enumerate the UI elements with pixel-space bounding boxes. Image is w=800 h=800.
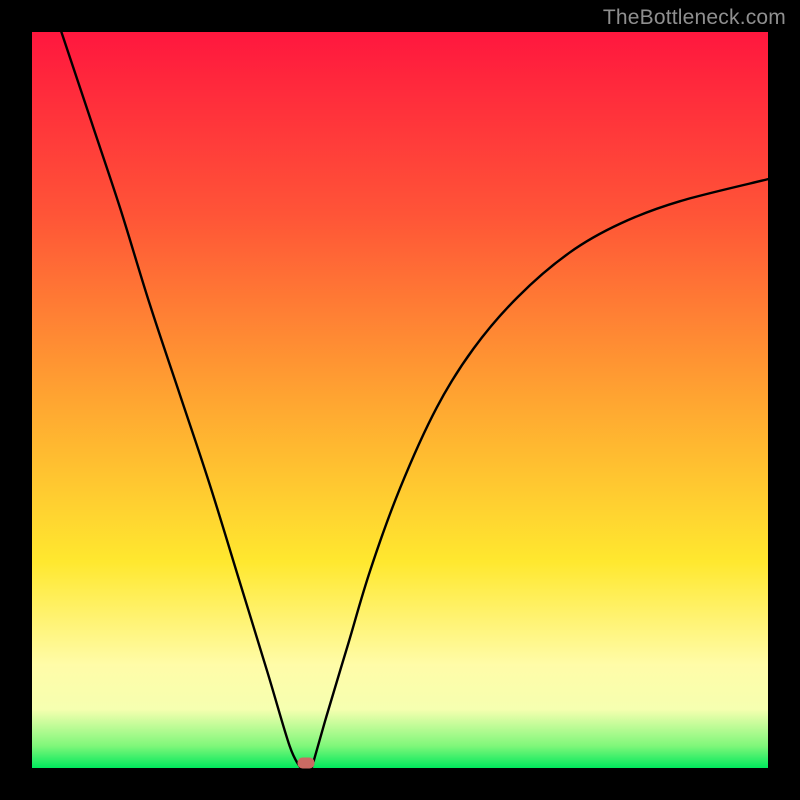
optimum-marker bbox=[297, 757, 314, 768]
watermark-text: TheBottleneck.com bbox=[603, 6, 786, 30]
curve-svg bbox=[32, 32, 768, 768]
plot-area bbox=[32, 32, 768, 768]
bottleneck-curve-left bbox=[61, 32, 300, 768]
chart-frame: TheBottleneck.com bbox=[0, 0, 800, 800]
bottleneck-curve-right bbox=[312, 179, 768, 768]
